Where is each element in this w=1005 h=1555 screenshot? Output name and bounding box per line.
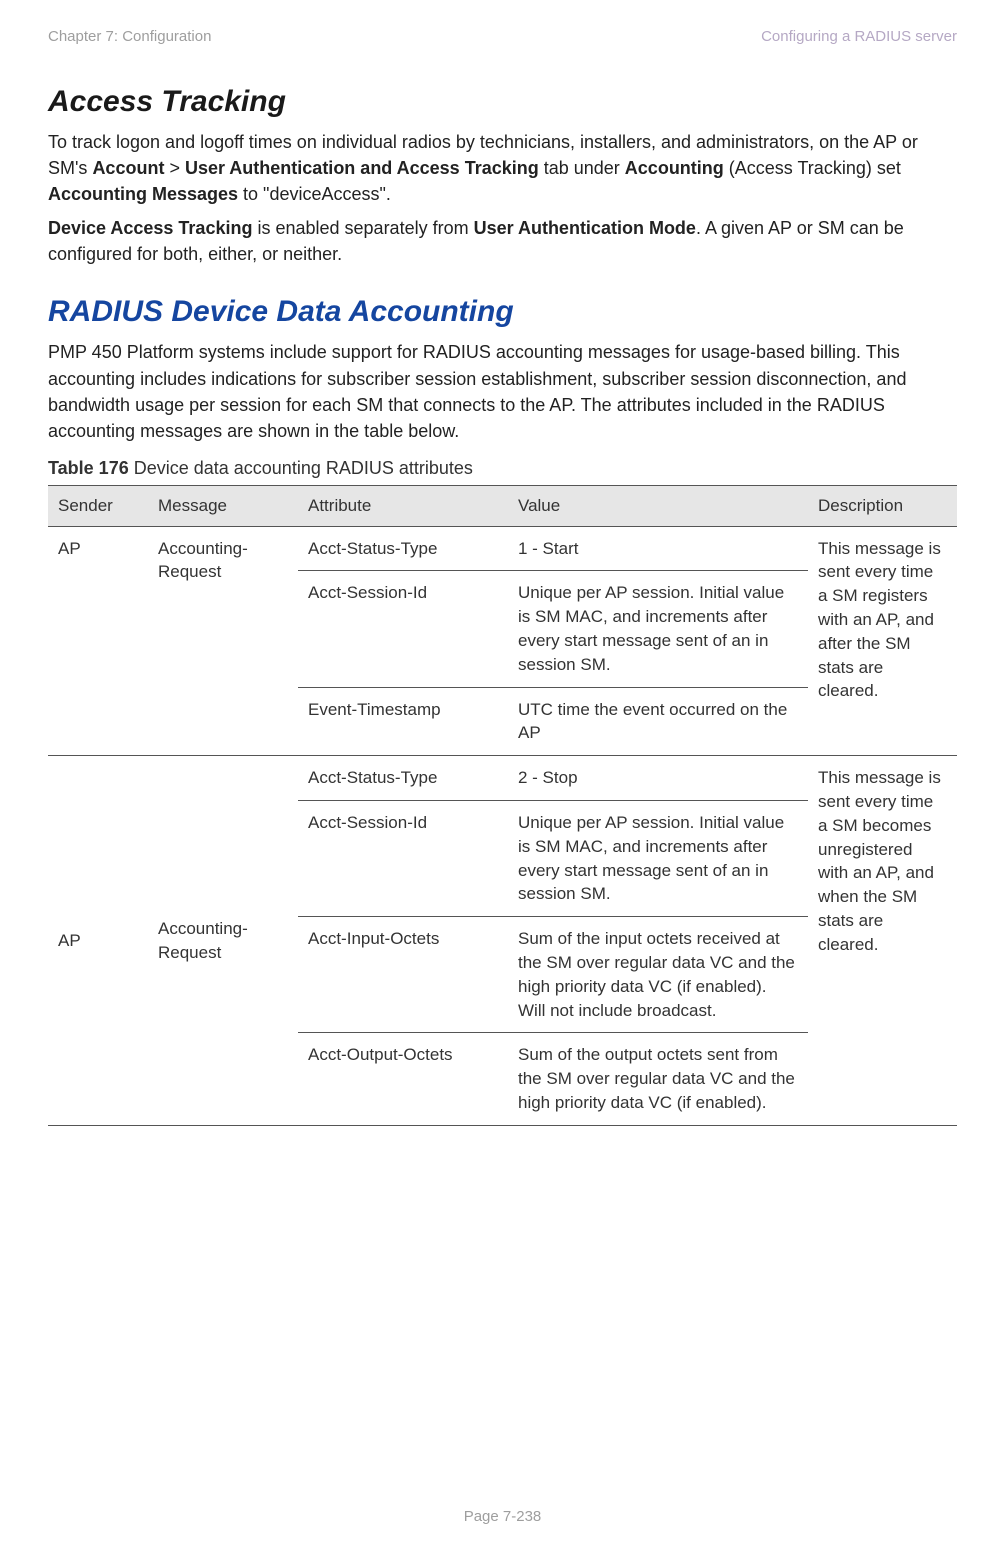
col-header-message: Message: [148, 485, 298, 526]
cell-sender: AP: [48, 756, 148, 1126]
col-header-description: Description: [808, 485, 957, 526]
table-caption: Table 176 Device data accounting RADIUS …: [48, 458, 957, 479]
cell-value: Unique per AP session. Initial value is …: [508, 571, 808, 687]
table-header-row: Sender Message Attribute Value Descripti…: [48, 485, 957, 526]
cell-value: Unique per AP session. Initial value is …: [508, 801, 808, 917]
cell-attribute: Acct-Output-Octets: [298, 1033, 508, 1125]
text: to "deviceAccess".: [238, 184, 391, 204]
cell-description: This message is sent every time a SM reg…: [808, 526, 957, 756]
table-row: AP Accounting-Request Acct-Status-Type 1…: [48, 526, 957, 571]
cell-value: 1 - Start: [508, 526, 808, 571]
cell-value: Sum of the input octets received at the …: [508, 917, 808, 1033]
cell-attribute: Acct-Input-Octets: [298, 917, 508, 1033]
page: Chapter 7: Configuration Configuring a R…: [0, 0, 1005, 1555]
menu-user-auth-tracking: User Authentication and Access Tracking: [185, 158, 539, 178]
header-left: Chapter 7: Configuration: [48, 28, 211, 45]
section-title-radius-accounting: RADIUS Device Data Accounting: [48, 295, 957, 329]
access-tracking-paragraph-1: To track logon and logoff times on indiv…: [48, 129, 957, 207]
cell-value: 2 - Stop: [508, 756, 808, 801]
table-caption-text: Device data accounting RADIUS attributes: [129, 458, 473, 478]
cell-value: UTC time the event occurred on the AP: [508, 687, 808, 756]
text: (Access Tracking) set: [724, 158, 901, 178]
col-header-value: Value: [508, 485, 808, 526]
page-header: Chapter 7: Configuration Configuring a R…: [48, 28, 957, 45]
cell-message: Accounting-Request: [148, 756, 298, 1126]
col-header-sender: Sender: [48, 485, 148, 526]
cell-attribute: Acct-Session-Id: [298, 801, 508, 917]
table-label: Table 176: [48, 458, 129, 478]
cell-attribute: Acct-Status-Type: [298, 526, 508, 571]
radius-attributes-table: Sender Message Attribute Value Descripti…: [48, 485, 957, 1126]
section-title-access-tracking: Access Tracking: [48, 85, 957, 119]
term-device-access-tracking: Device Access Tracking: [48, 218, 252, 238]
cell-attribute: Event-Timestamp: [298, 687, 508, 756]
menu-accounting-messages: Accounting Messages: [48, 184, 238, 204]
cell-value: Sum of the output octets sent from the S…: [508, 1033, 808, 1125]
term-user-auth-mode: User Authentication Mode: [474, 218, 696, 238]
page-footer: Page 7-238: [0, 1508, 1005, 1525]
radius-paragraph-1: PMP 450 Platform systems include support…: [48, 339, 957, 443]
table-row: AP Accounting-Request Acct-Status-Type 2…: [48, 756, 957, 801]
text: >: [164, 158, 185, 178]
cell-description: This message is sent every time a SM bec…: [808, 756, 957, 1126]
col-header-attribute: Attribute: [298, 485, 508, 526]
menu-account: Account: [92, 158, 164, 178]
header-right: Configuring a RADIUS server: [761, 28, 957, 45]
cell-attribute: Acct-Session-Id: [298, 571, 508, 687]
cell-attribute: Acct-Status-Type: [298, 756, 508, 801]
cell-message: Accounting-Request: [148, 526, 298, 756]
access-tracking-paragraph-2: Device Access Tracking is enabled separa…: [48, 215, 957, 267]
text: is enabled separately from: [252, 218, 473, 238]
text: tab under: [539, 158, 625, 178]
cell-sender: AP: [48, 526, 148, 756]
menu-accounting: Accounting: [625, 158, 724, 178]
